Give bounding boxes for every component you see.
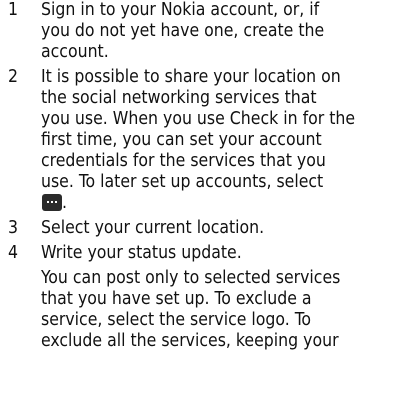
instructions-document: 1 Sign in to your Nokia account, or, if … [0, 0, 393, 352]
step-4: 4 Write your status update. You can post… [0, 243, 393, 352]
step-number: 4 [8, 243, 19, 263]
step-text: Sign in to your Nokia account, or, if yo… [41, 0, 325, 62]
step-number: 2 [8, 67, 19, 87]
step-number: 3 [8, 218, 19, 238]
step-3: 3 Select your current location. [0, 218, 393, 239]
step-1: 1 Sign in to your Nokia account, or, if … [0, 0, 393, 63]
step-text: Write your status update. [41, 243, 242, 263]
step-text: It is possible to share your location on… [41, 67, 356, 213]
step-number: 1 [8, 0, 19, 20]
step-note: You can post only to selected services t… [41, 268, 341, 351]
step-text: Select your current location. [41, 218, 265, 238]
more-options-icon [42, 194, 62, 211]
step-2: 2 It is possible to share your location … [0, 67, 393, 214]
